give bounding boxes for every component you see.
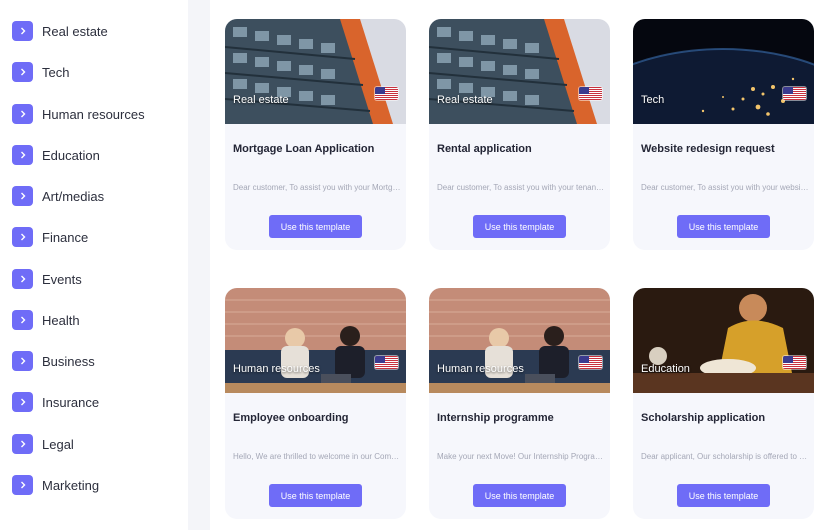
template-excerpt: Dear customer, To assist you with your t… (437, 183, 605, 192)
chevron-right-icon (12, 392, 33, 412)
template-title: Scholarship application (641, 412, 766, 424)
use-template-button[interactable]: Use this template (269, 215, 362, 238)
us-flag-icon (783, 87, 806, 100)
template-card-mortgage[interactable]: Real estate Mortgage Loan Application De… (225, 19, 406, 250)
chevron-right-icon (12, 62, 33, 82)
chevron-right-icon (12, 434, 33, 454)
sidebar-item-label: Health (42, 312, 80, 328)
template-category-label: Tech (641, 94, 665, 106)
template-title: Mortgage Loan Application (233, 143, 375, 155)
sidebar-item-insurance[interactable]: Insurance (12, 391, 99, 413)
template-category-label: Real estate (233, 94, 289, 106)
template-card-employee-onboarding[interactable]: Human resources Employee onboarding Hell… (225, 288, 406, 519)
use-template-button[interactable]: Use this template (473, 484, 566, 507)
sidebar-item-label: Real estate (42, 23, 108, 39)
sidebar-item-business[interactable]: Business (12, 350, 95, 372)
sidebar-item-label: Marketing (42, 477, 100, 493)
template-title: Website redesign request (641, 143, 775, 155)
us-flag-icon (579, 87, 602, 100)
chevron-right-icon (12, 227, 33, 247)
template-category-label: Human resources (233, 363, 320, 375)
use-template-button[interactable]: Use this template (677, 215, 770, 238)
chevron-right-icon (12, 21, 33, 41)
sidebar-item-tech[interactable]: Tech (12, 61, 69, 83)
template-excerpt: Make your next Move! Our Internship Prog… (437, 452, 605, 461)
sidebar-item-label: Human resources (42, 106, 145, 122)
sidebar-item-label: Business (42, 353, 95, 369)
sidebar-divider (188, 0, 210, 530)
chevron-right-icon (12, 186, 33, 206)
use-template-button[interactable]: Use this template (473, 215, 566, 238)
sidebar-item-legal[interactable]: Legal (12, 433, 74, 455)
template-category-label: Education (641, 363, 690, 375)
sidebar-item-marketing[interactable]: Marketing (12, 474, 99, 496)
template-excerpt: Dear applicant, Our scholarship is offer… (641, 452, 809, 461)
template-image-building: Real estate (429, 19, 610, 124)
template-category-label: Human resources (437, 363, 524, 375)
use-template-button[interactable]: Use this template (269, 484, 362, 507)
template-card-website-redesign[interactable]: Tech Website redesign request Dear custo… (633, 19, 814, 250)
sidebar-item-human-resources[interactable]: Human resources (12, 103, 145, 125)
sidebar-item-label: Art/medias (42, 188, 105, 204)
template-excerpt: Hello, We are thrilled to welcome in our… (233, 452, 401, 461)
template-image-meeting: Human resources (429, 288, 610, 393)
template-title: Employee onboarding (233, 412, 349, 424)
sidebar-item-label: Insurance (42, 394, 100, 410)
chevron-right-icon (12, 104, 33, 124)
chevron-right-icon (12, 269, 33, 289)
category-sidebar: Real estate Tech Human resources Educati… (0, 0, 188, 530)
chevron-right-icon (12, 475, 33, 495)
template-card-rental[interactable]: Real estate Rental application Dear cust… (429, 19, 610, 250)
sidebar-item-health[interactable]: Health (12, 309, 80, 331)
template-excerpt: Dear customer, To assist you with your M… (233, 183, 401, 192)
sidebar-item-art-medias[interactable]: Art/medias (12, 185, 104, 207)
template-card-internship[interactable]: Human resources Internship programme Mak… (429, 288, 610, 519)
us-flag-icon (375, 87, 398, 100)
template-image-meeting: Human resources (225, 288, 406, 393)
chevron-right-icon (12, 310, 33, 330)
sidebar-item-label: Education (42, 147, 100, 163)
use-template-button[interactable]: Use this template (677, 484, 770, 507)
chevron-right-icon (12, 145, 33, 165)
us-flag-icon (375, 356, 398, 369)
template-title: Rental application (437, 143, 532, 155)
us-flag-icon (783, 356, 806, 369)
template-card-scholarship[interactable]: Education Scholarship application Dear a… (633, 288, 814, 519)
sidebar-item-label: Legal (42, 436, 74, 452)
sidebar-item-label: Finance (42, 229, 89, 245)
template-title: Internship programme (437, 412, 554, 424)
sidebar-item-label: Events (42, 271, 82, 287)
sidebar-item-finance[interactable]: Finance (12, 226, 88, 248)
sidebar-item-label: Tech (42, 64, 70, 80)
template-grid: Real estate Mortgage Loan Application De… (210, 0, 826, 530)
chevron-right-icon (12, 351, 33, 371)
template-category-label: Real estate (437, 94, 493, 106)
template-excerpt: Dear customer, To assist you with your w… (641, 183, 809, 192)
template-image-reading: Education (633, 288, 814, 393)
us-flag-icon (579, 356, 602, 369)
template-image-building: Real estate (225, 19, 406, 124)
sidebar-item-events[interactable]: Events (12, 268, 82, 290)
sidebar-item-education[interactable]: Education (12, 144, 100, 166)
template-image-earth-night: Tech (633, 19, 814, 124)
sidebar-item-real-estate[interactable]: Real estate (12, 20, 108, 42)
